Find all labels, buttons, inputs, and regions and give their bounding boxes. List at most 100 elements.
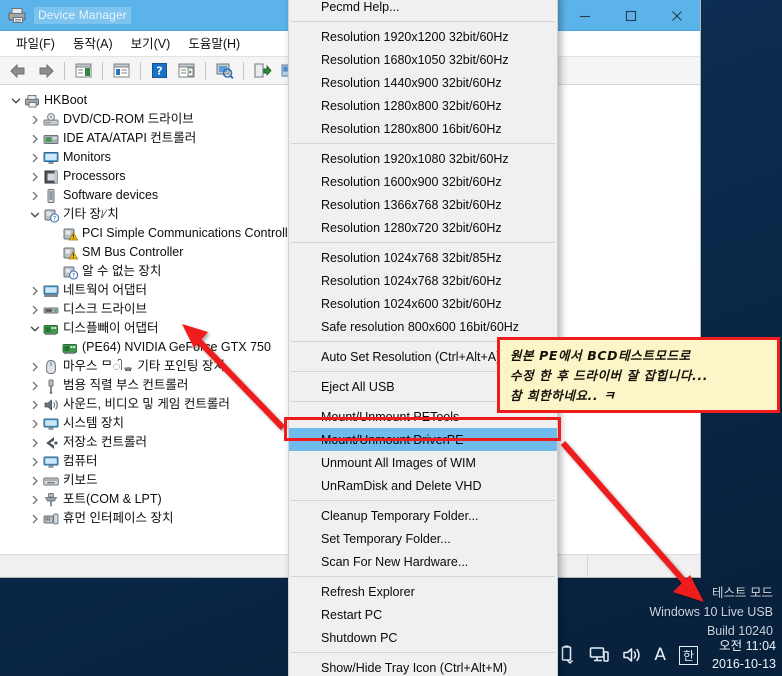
show-hide-action-pane-button[interactable] (174, 59, 199, 82)
menu-res-1920x1200[interactable]: Resolution 1920x1200 32bit/60Hz (289, 25, 557, 48)
menu-res-1280x720[interactable]: Resolution 1280x720 32bit/60Hz (289, 216, 557, 239)
usb-controller-icon (42, 378, 59, 394)
chevron-right-icon[interactable] (27, 115, 42, 125)
svg-text:?: ? (156, 64, 162, 77)
menu-separator (291, 576, 555, 577)
network-icon[interactable] (589, 646, 610, 664)
menu-restart-pc[interactable]: Restart PC (289, 603, 557, 626)
menu-view[interactable]: 보기(V) (122, 30, 180, 56)
toolbar-separator-5 (243, 61, 244, 80)
tree-item-label: Processors (63, 169, 126, 183)
tree-item-label: 네트웍어 어댑터 (63, 283, 147, 297)
menu-mount-unmount-driverpe[interactable]: Mount/Unmount DriverPE (289, 428, 557, 451)
menu-res-1280x800-16[interactable]: Resolution 1280x800 16bit/60Hz (289, 117, 557, 140)
chevron-down-icon[interactable] (27, 210, 42, 220)
menu-separator (291, 242, 555, 243)
menu-file[interactable]: 파일(F) (7, 30, 64, 56)
ime-alpha-icon[interactable]: A (654, 646, 666, 664)
chevron-down-icon[interactable] (8, 96, 23, 106)
computer-icon (23, 93, 40, 109)
tray-icon-group: A 한 (559, 645, 699, 665)
sound-icon (42, 397, 59, 413)
processor-icon (42, 169, 59, 185)
menu-pecmd-help[interactable]: Pecmd Help... (289, 0, 557, 18)
unknown-device-icon: ? (61, 264, 78, 280)
volume-icon[interactable] (622, 646, 641, 664)
tree-item-label: PCI Simple Communications Controller (82, 226, 299, 240)
menu-res-1600x900[interactable]: Resolution 1600x900 32bit/60Hz (289, 170, 557, 193)
tree-item-label: 마우스 ᄆါᇂ 기타 포인팅 장치 (63, 359, 225, 373)
tree-item-label: Software devices (63, 188, 159, 202)
chevron-right-icon[interactable] (27, 457, 42, 467)
tree-item-label: 디스크 드라이브 (63, 302, 147, 316)
chevron-right-icon[interactable] (27, 286, 42, 296)
menu-show-hide-tray-icon[interactable]: Show/Hide Tray Icon (Ctrl+Alt+M) (289, 656, 557, 676)
chevron-right-icon[interactable] (27, 153, 42, 163)
annotation-note: 원본 PE에서 BCD테스트모드로 수정 한 후 드라이버 잘 잡힙니다... … (497, 337, 780, 413)
menu-help[interactable]: 도윰말(H) (179, 30, 249, 56)
menu-res-1280x800-32[interactable]: Resolution 1280x800 32bit/60Hz (289, 94, 557, 117)
menu-res-safe-800x600[interactable]: Safe resolution 800x600 16bit/60Hz (289, 315, 557, 338)
tree-item-label: Monitors (63, 150, 111, 164)
software-device-icon (42, 188, 59, 204)
menu-cleanup-temp-folder[interactable]: Cleanup Temporary Folder... (289, 504, 557, 527)
menu-refresh-explorer[interactable]: Refresh Explorer (289, 580, 557, 603)
maximize-button[interactable] (608, 0, 654, 31)
chevron-right-icon[interactable] (27, 400, 42, 410)
chevron-right-icon[interactable] (27, 134, 42, 144)
svg-text:?: ? (71, 272, 74, 279)
usb-eject-icon[interactable] (559, 645, 576, 665)
other-device-icon: ? (42, 207, 59, 223)
menu-set-temp-folder[interactable]: Set Temporary Folder... (289, 527, 557, 550)
menu-res-1366x768[interactable]: Resolution 1366x768 32bit/60Hz (289, 193, 557, 216)
tree-item-label: 포트(COM & LPT) (63, 492, 162, 506)
chevron-right-icon[interactable] (27, 191, 42, 201)
chevron-down-icon[interactable] (27, 324, 42, 334)
tree-item-label: (PE64) NVIDIA GeForce GTX 750 (82, 340, 271, 354)
help-button[interactable]: ? (147, 59, 172, 82)
svg-text:?: ? (52, 215, 55, 222)
keyboard-icon (42, 473, 59, 489)
menu-res-1024x768-85[interactable]: Resolution 1024x768 32bit/85Hz (289, 246, 557, 269)
menu-unramdisk-delete-vhd[interactable]: UnRamDisk and Delete VHD (289, 474, 557, 497)
computer-device-icon (42, 454, 59, 470)
menu-res-1920x1080[interactable]: Resolution 1920x1080 32bit/60Hz (289, 147, 557, 170)
chevron-right-icon[interactable] (27, 381, 42, 391)
properties-button[interactable] (109, 59, 134, 82)
menu-unmount-all-wim[interactable]: Unmount All Images of WIM (289, 451, 557, 474)
monitor-icon (42, 150, 59, 166)
chevron-right-icon[interactable] (27, 419, 42, 429)
clock[interactable]: 오전 11:04 2016-10-13 (712, 637, 776, 673)
scan-hardware-changes-button[interactable] (212, 59, 237, 82)
update-driver-button[interactable] (250, 59, 275, 82)
ime-korean-icon[interactable]: 한 (679, 645, 699, 665)
chevron-right-icon[interactable] (27, 495, 42, 505)
chevron-right-icon[interactable] (27, 305, 42, 315)
mouse-icon (42, 359, 59, 375)
back-button[interactable] (6, 59, 31, 82)
toolbar-separator-4 (205, 61, 206, 80)
disk-drive-icon (42, 302, 59, 318)
minimize-button[interactable] (562, 0, 608, 31)
chevron-right-icon[interactable] (27, 476, 42, 486)
menu-res-1440x900[interactable]: Resolution 1440x900 32bit/60Hz (289, 71, 557, 94)
tree-item-label: SM Bus Controller (82, 245, 184, 259)
menu-scan-new-hardware[interactable]: Scan For New Hardware... (289, 550, 557, 573)
chevron-right-icon[interactable] (27, 514, 42, 524)
chevron-right-icon[interactable] (27, 362, 42, 372)
menu-separator (291, 21, 555, 22)
chevron-right-icon[interactable] (27, 438, 42, 448)
close-button[interactable] (654, 0, 700, 31)
menu-res-1680x1050[interactable]: Resolution 1680x1050 32bit/60Hz (289, 48, 557, 71)
menu-res-1024x768-60[interactable]: Resolution 1024x768 32bit/60Hz (289, 269, 557, 292)
clock-date: 2016-10-13 (712, 657, 776, 671)
show-hide-console-tree-button[interactable] (71, 59, 96, 82)
menu-res-1024x600[interactable]: Resolution 1024x600 32bit/60Hz (289, 292, 557, 315)
forward-button[interactable] (33, 59, 58, 82)
menu-action[interactable]: 동작(A) (64, 30, 122, 56)
toolbar-separator-3 (140, 61, 141, 80)
tree-item-label: 디스플빼이 어댑터 (63, 321, 159, 335)
chevron-right-icon[interactable] (27, 172, 42, 182)
watermark-line-1: 테스트 모드 (712, 586, 773, 600)
menu-shutdown-pc[interactable]: Shutdown PC (289, 626, 557, 649)
